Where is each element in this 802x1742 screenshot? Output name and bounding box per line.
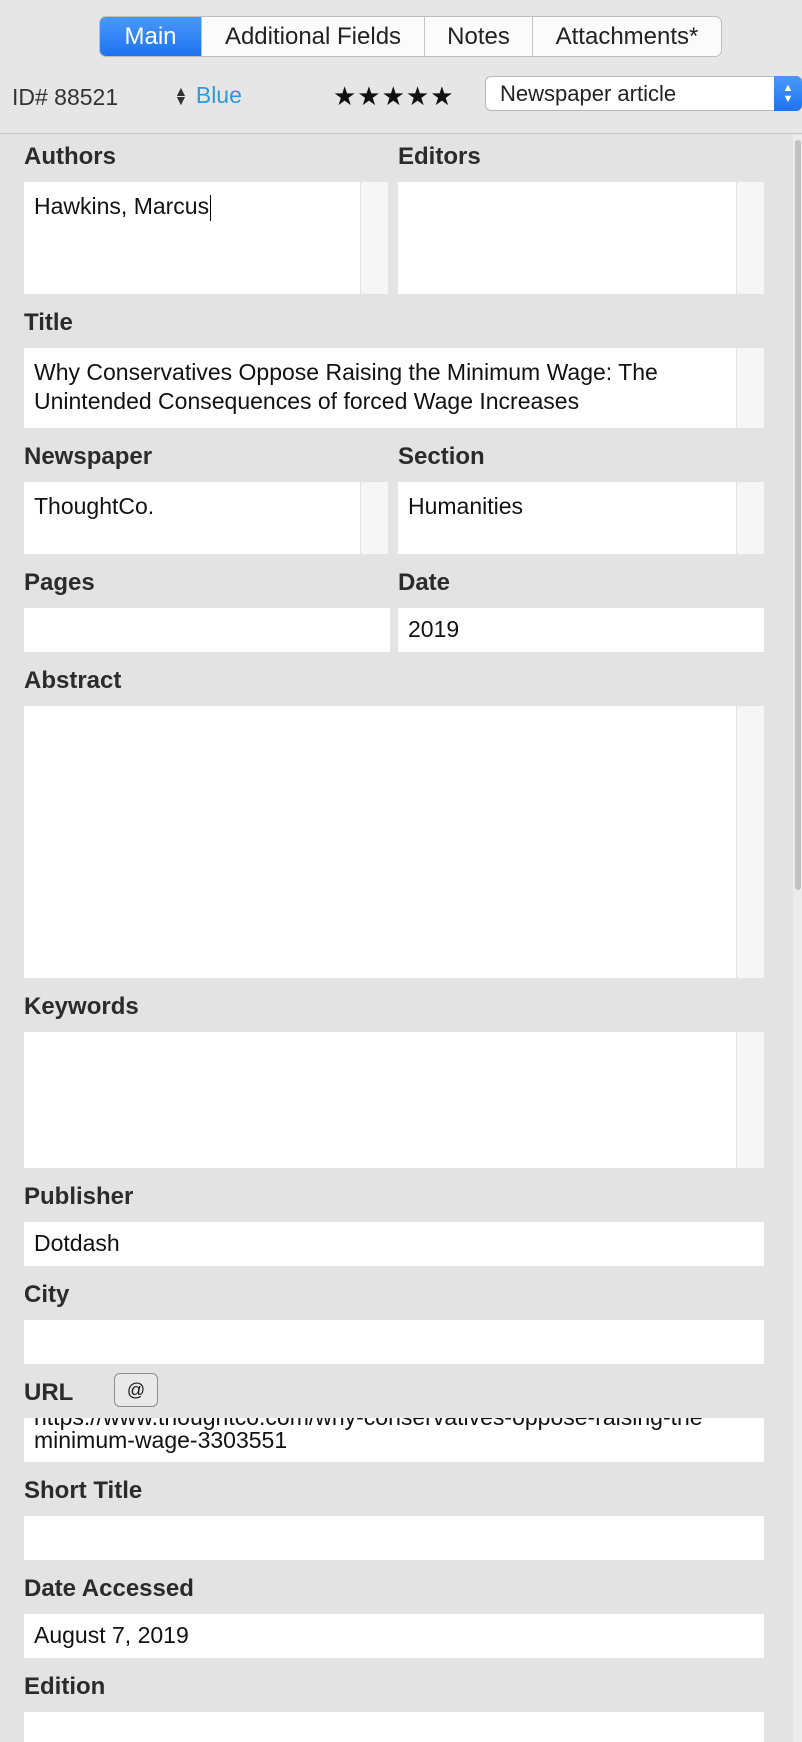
date-accessed-field[interactable]: August 7, 2019	[24, 1614, 764, 1658]
publisher-value: Dotdash	[34, 1230, 120, 1256]
date-accessed-label: Date Accessed	[24, 1575, 194, 1602]
toolbar: Main Additional Fields Notes Attachments…	[0, 0, 802, 134]
date-accessed-value: August 7, 2019	[34, 1622, 189, 1648]
section-label: Section	[398, 443, 485, 470]
newspaper-value: ThoughtCo.	[34, 493, 155, 519]
title-field[interactable]: Why Conservatives Oppose Raising the Min…	[24, 348, 764, 428]
updown-arrows-icon: ▲ ▼	[174, 82, 188, 108]
keywords-field[interactable]	[24, 1032, 764, 1168]
authors-label: Authors	[24, 143, 116, 170]
tab-attachments[interactable]: Attachments*	[532, 17, 721, 56]
date-value: 2019	[408, 616, 460, 642]
short-title-field[interactable]	[24, 1516, 764, 1560]
short-title-label: Short Title	[24, 1477, 143, 1504]
keywords-scrollbar[interactable]	[736, 1032, 764, 1168]
title-value: Why Conservatives Oppose Raising the Min…	[34, 359, 658, 414]
url-at-button[interactable]: @	[114, 1373, 158, 1407]
date-field[interactable]: 2019	[398, 608, 764, 652]
color-label-value: Blue	[195, 82, 242, 108]
title-scrollbar[interactable]	[736, 348, 764, 428]
section-field[interactable]: Humanities	[398, 482, 764, 554]
rating-stars[interactable]: ★★★★★	[333, 81, 455, 112]
tab-bar: Main Additional Fields Notes Attachments…	[99, 16, 722, 57]
publisher-label: Publisher	[24, 1183, 134, 1210]
editors-field[interactable]	[398, 182, 764, 294]
section-scrollbar[interactable]	[736, 482, 764, 554]
keywords-label: Keywords	[24, 993, 139, 1020]
publisher-field[interactable]: Dotdash	[24, 1222, 764, 1266]
title-label: Title	[24, 309, 73, 336]
tab-main[interactable]: Main	[100, 17, 201, 56]
edition-label: Edition	[24, 1673, 106, 1700]
editors-scrollbar[interactable]	[736, 182, 764, 294]
city-field[interactable]	[24, 1320, 764, 1364]
record-id: ID# 88521	[12, 84, 119, 110]
city-label: City	[24, 1281, 70, 1308]
edition-field[interactable]	[24, 1712, 764, 1742]
tab-notes[interactable]: Notes	[424, 17, 532, 56]
pages-field[interactable]	[24, 608, 390, 652]
select-arrows-icon: ▲ ▼	[774, 76, 802, 111]
newspaper-label: Newspaper	[24, 443, 153, 470]
item-type-select[interactable]: Newspaper article ▲ ▼	[485, 76, 802, 111]
editors-label: Editors	[398, 143, 481, 170]
abstract-field[interactable]	[24, 706, 764, 978]
authors-value: Hawkins, Marcus	[34, 193, 210, 219]
section-value: Humanities	[408, 493, 524, 519]
newspaper-field[interactable]: ThoughtCo.	[24, 482, 388, 554]
url-value-line2: minimum-wage-3303551	[34, 1427, 288, 1453]
color-label-picker[interactable]: ▲ ▼ Blue	[174, 82, 242, 109]
abstract-scrollbar[interactable]	[736, 706, 764, 978]
text-caret	[210, 194, 212, 221]
authors-scrollbar[interactable]	[360, 182, 388, 294]
item-type-value: Newspaper article	[500, 80, 677, 106]
meta-row: ID# 88521 ▲ ▼ Blue ★★★★★ Newspaper articl…	[0, 76, 802, 116]
abstract-label: Abstract	[24, 667, 122, 694]
pages-label: Pages	[24, 569, 95, 596]
newspaper-scrollbar[interactable]	[360, 482, 388, 554]
url-label: URL	[24, 1379, 74, 1406]
tab-additional-fields[interactable]: Additional Fields	[201, 17, 424, 56]
url-field[interactable]: https://www.thoughtco.com/why-conservati…	[24, 1418, 764, 1462]
date-label: Date	[398, 569, 451, 596]
authors-field[interactable]: Hawkins, Marcus	[24, 182, 388, 294]
scrollbar-thumb[interactable]	[795, 140, 801, 890]
